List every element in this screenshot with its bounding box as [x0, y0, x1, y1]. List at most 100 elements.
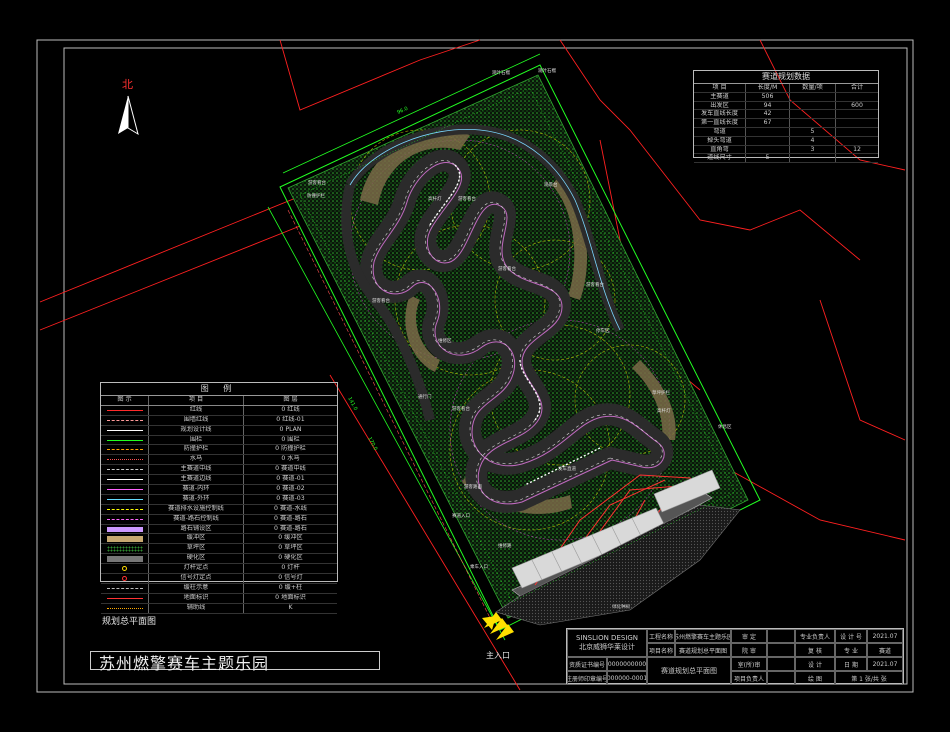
- legend-symbol: [101, 475, 149, 485]
- legend-layer: 0 赛道-03: [276, 494, 305, 502]
- map-label: 观叶石榴: [538, 67, 556, 74]
- legend-header-cell: 图 示: [101, 396, 149, 405]
- legend-row: 主赛道边线 0 赛道-01: [101, 475, 337, 486]
- project-name-label: 工程名称: [647, 629, 675, 643]
- sheet-number: 第 1 张/共 张: [835, 671, 903, 685]
- role2-3: 设 计: [795, 657, 835, 671]
- legend-item: 水马: [149, 455, 244, 465]
- legend-symbol: [101, 524, 149, 534]
- stats-cell: 第一直线长度: [694, 119, 746, 127]
- legend-row: 硬化区 0 硬化区: [101, 554, 337, 565]
- role-2: 院 审: [731, 643, 767, 657]
- project-name: 苏州燃擎赛车主题乐园: [675, 629, 731, 643]
- legend-symbol: [101, 494, 149, 504]
- legend-layer: 0 赛道中线: [275, 465, 306, 473]
- stats-cell: [790, 154, 836, 163]
- stats-row: 主赛道 506: [694, 92, 878, 102]
- role2-2: 复 核: [795, 643, 835, 657]
- role-3: 室(所)审: [731, 657, 767, 671]
- stats-cell: 12: [853, 145, 861, 153]
- legend-item: 围栏: [149, 435, 244, 445]
- legend-item: 围墙红线: [149, 415, 244, 425]
- legend-row: 规划设计线 0 PLAN: [101, 425, 337, 436]
- legend-layer: K: [288, 603, 293, 611]
- legend-symbol: [101, 554, 149, 564]
- map-label: 防撞护栏: [307, 192, 325, 199]
- legend-row: 缓冲区 0 缓冲区: [101, 534, 337, 545]
- map-label: 维修路: [498, 542, 512, 549]
- legend-layer: 0 灯杆: [281, 564, 300, 572]
- map-label: 游客看台: [458, 195, 476, 202]
- north-label: 北: [122, 78, 133, 91]
- legend-symbol: [101, 603, 149, 613]
- meta-label-3: 日 期: [835, 657, 867, 671]
- legend-item: 缓冲区: [149, 534, 244, 544]
- stats-cell: [746, 136, 790, 145]
- map-label: 游客看台: [452, 405, 470, 412]
- stats-row: 掉头弯道 4: [694, 136, 878, 146]
- stats-cell: [836, 137, 878, 145]
- legend-layer: 0 红线-01: [276, 415, 305, 423]
- drawing-name: 赛道规划总平面图: [647, 657, 731, 685]
- legend-row: 赛道-外环 0 赛道-03: [101, 494, 337, 505]
- stats-cell: 506: [746, 92, 790, 101]
- stats-cell: 发车直线长度: [694, 110, 746, 119]
- legend-item: 信号灯定点: [149, 574, 244, 583]
- legend-row: 围墙红线 0 红线-01: [101, 415, 337, 426]
- item-name: 赛道规划总平面图: [675, 643, 731, 657]
- stats-cell: [836, 119, 878, 127]
- stats-header-cell: 项 目: [694, 84, 746, 92]
- stats-row: 弯道 5: [694, 127, 878, 137]
- legend-row: 赛道排水设施控制线 0 赛道-水线: [101, 504, 337, 515]
- legend-row: 地面标识 0 地面标识: [101, 593, 337, 604]
- legend-swatch: [106, 439, 143, 441]
- stats-header-cell: 数量/项: [790, 84, 836, 92]
- legend-symbol: [101, 544, 149, 554]
- legend-item: 缓柱示意: [149, 583, 244, 593]
- legend-symbol: [101, 455, 149, 465]
- stats-row: 出发区 94 600: [694, 101, 878, 111]
- legend-row: 赛道-路石控制线 0 赛道-路石: [101, 514, 337, 525]
- legend-item: 规划设计线: [149, 425, 244, 435]
- legend-swatch: [106, 419, 143, 421]
- stats-cell: 42: [746, 110, 790, 119]
- legend-row: 草坪区 0 草坪区: [101, 544, 337, 555]
- item-name-label: 项目名称: [647, 643, 675, 657]
- legend-swatch: [106, 469, 143, 471]
- meta-label-1: 设 计 号: [835, 629, 867, 643]
- legend-item: 硬化区: [149, 554, 244, 564]
- legend-row: 防撞护栏 0 防撞护栏: [101, 445, 337, 456]
- legend-row: 红线 0 红线: [101, 405, 337, 416]
- map-label: 游客看台: [586, 281, 604, 288]
- legend-swatch: [106, 498, 143, 500]
- legend-row: 路石铺设区 0 赛道-路石: [101, 524, 337, 535]
- role2-4: 绘 图: [795, 671, 835, 685]
- legend-item: 主赛道边线: [149, 475, 244, 485]
- dim-top: 96.0: [396, 106, 409, 116]
- legend-symbol: [101, 485, 149, 494]
- legend-swatch: [106, 607, 143, 609]
- legend-layer: 0 草坪区: [278, 544, 303, 552]
- legend-layer: 0 红线: [281, 405, 300, 413]
- project-title: 苏州燃擎赛车主题乐园: [99, 654, 270, 673]
- meta-label-2: 专 业: [835, 643, 867, 657]
- map-label: 赛道入口: [452, 512, 470, 519]
- map-label: 通行门: [418, 393, 432, 400]
- legend-item: 灯杆定点: [149, 564, 244, 574]
- plan-label: 规划总平面图: [102, 617, 157, 627]
- stats-cell: [836, 128, 878, 136]
- dim-left2: 170.0: [366, 436, 378, 451]
- stats-cell: 道线尺寸: [694, 154, 746, 163]
- legend-swatch: [106, 459, 143, 461]
- role-1: 审 定: [731, 629, 767, 643]
- legend-swatch: [106, 587, 143, 589]
- legend-layer: 0 赛道-路石: [274, 524, 307, 532]
- legend-header-cell: 图 层: [283, 396, 298, 403]
- legend-layer: 0 赛道-水线: [274, 504, 307, 512]
- map-label: 绿化种树: [612, 603, 630, 610]
- stats-cell: [836, 110, 878, 118]
- legend-symbol: [101, 465, 149, 475]
- legend-swatch: [106, 545, 143, 552]
- legend-swatch: [106, 449, 143, 451]
- legend-item: 赛道-路石控制线: [149, 514, 244, 524]
